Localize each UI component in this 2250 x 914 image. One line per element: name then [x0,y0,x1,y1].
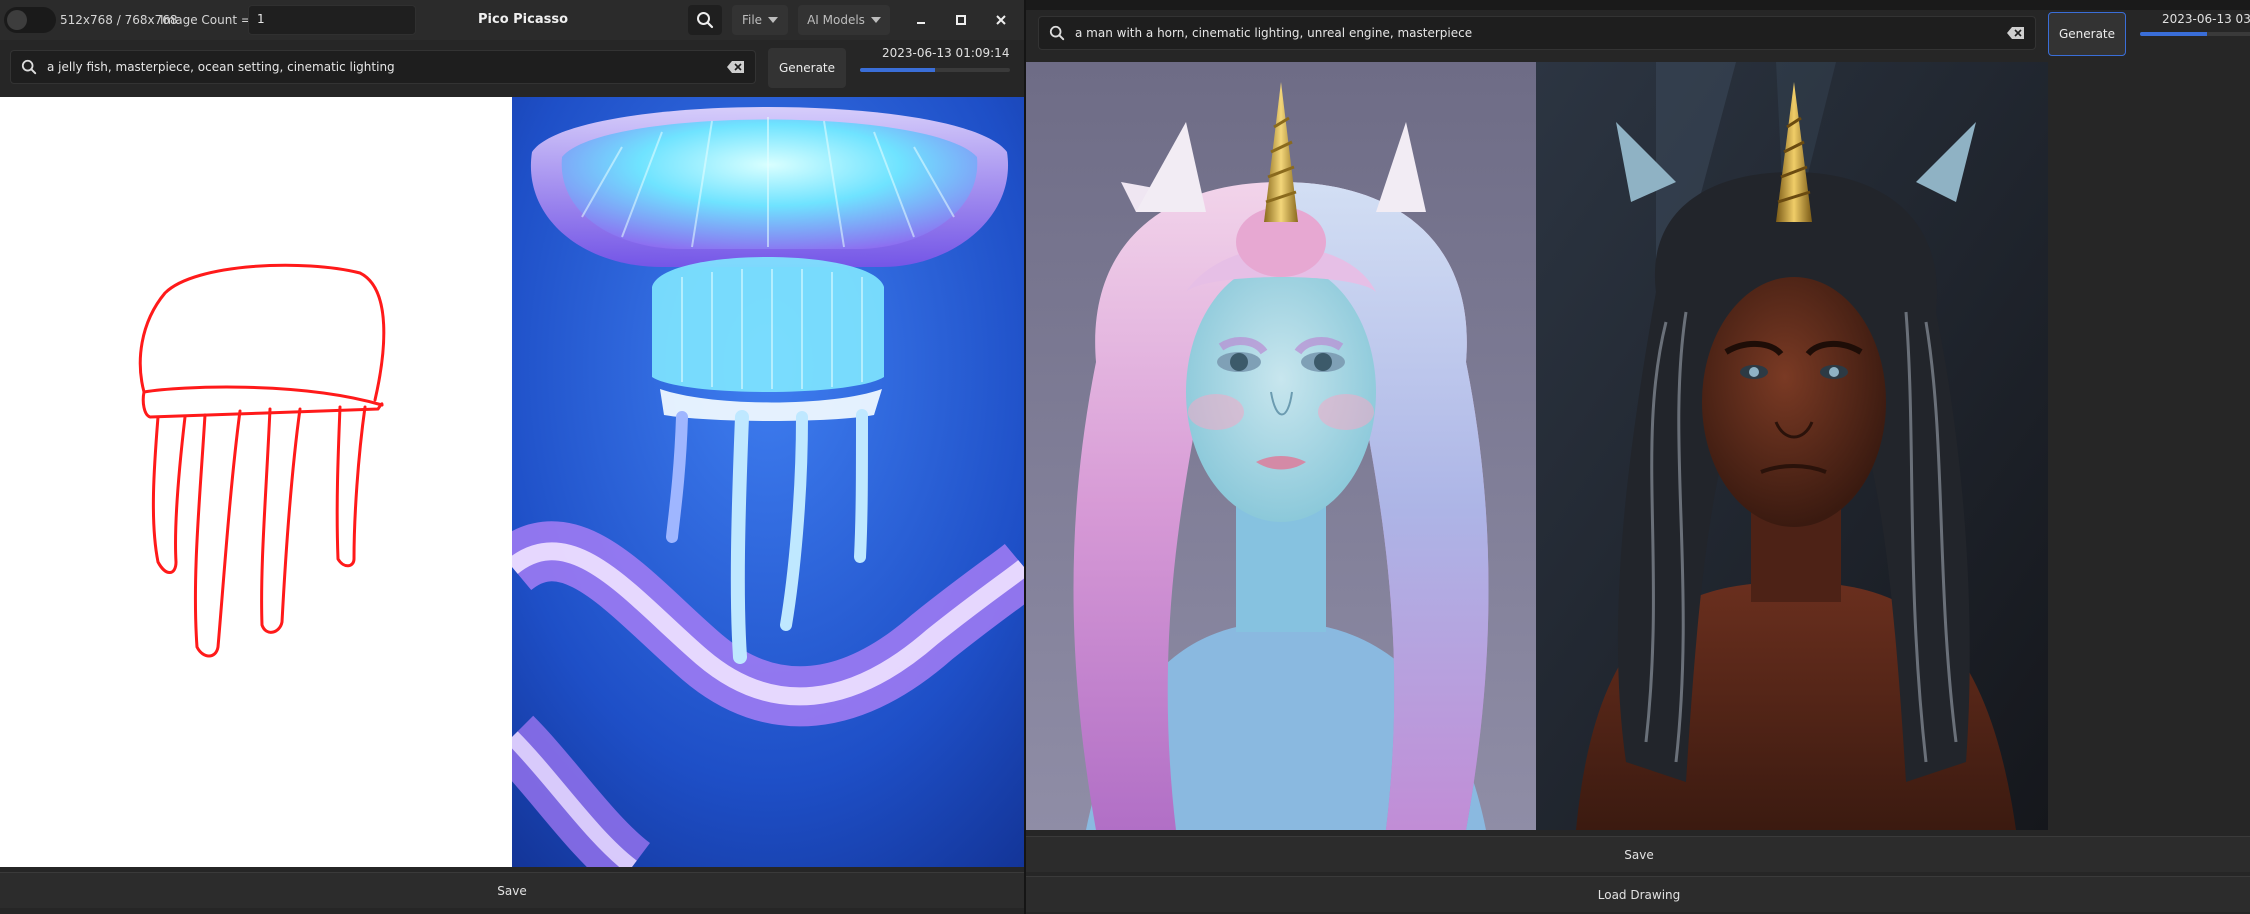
prompt-input[interactable]: a jelly fish, masterpiece, ocean setting… [47,60,717,74]
unicorn-woman-image [1026,62,1536,830]
generation-timestamp: 2023-06-13 03:55 [2162,12,2250,26]
search-icon [21,59,37,75]
maximize-icon [956,15,966,25]
save-button[interactable]: Save [1026,836,2250,872]
search-toggle-button[interactable] [688,5,722,35]
generated-image[interactable] [512,97,1024,867]
image-count-input[interactable]: 1 [248,5,416,35]
clear-icon[interactable] [2007,27,2025,39]
jellyfish-sketch [138,263,386,658]
file-menu-button[interactable]: File [732,5,788,35]
search-icon [1049,25,1065,41]
minimize-icon [917,22,925,24]
clear-icon[interactable] [727,61,745,73]
generation-timestamp: 2023-06-13 01:09:14 [882,46,1010,60]
ai-models-menu-button[interactable]: AI Models [798,5,890,35]
theme-toggle[interactable] [4,7,56,33]
image-count-label: Image Count = [160,13,251,27]
file-menu-label: File [741,13,763,27]
ai-models-menu-label: AI Models [807,13,865,27]
drawing-canvas[interactable] [0,97,512,867]
search-icon [697,12,714,29]
maximize-button[interactable] [946,5,976,35]
generation-progress [860,68,1010,72]
load-drawing-button[interactable]: Load Drawing [1026,876,2250,912]
app-title: Pico Picasso [478,12,569,27]
chevron-down-icon [870,17,881,23]
left-app-window: 512x768 / 768x768 Image Count = 1 Pico P… [0,0,1024,914]
chevron-down-icon [768,17,779,23]
minimize-button[interactable] [906,5,936,35]
title-bar: 512x768 / 768x768 Image Count = 1 Pico P… [0,0,1024,40]
generate-button[interactable]: Generate [2048,12,2126,56]
save-button[interactable]: Save [0,872,1024,908]
prompt-search-bar: a man with a horn, cinematic lighting, u… [1038,16,2036,50]
close-button[interactable] [986,5,1016,35]
generated-image-2[interactable] [1536,62,2048,830]
unicorn-man-image [1536,62,2048,830]
prompt-input[interactable]: a man with a horn, cinematic lighting, u… [1075,26,1997,40]
right-app-window: a man with a horn, cinematic lighting, u… [1024,0,2250,914]
close-icon [996,15,1006,25]
generated-image-1[interactable] [1026,62,1536,830]
generate-button[interactable]: Generate [768,48,846,88]
prompt-search-bar: a jelly fish, masterpiece, ocean setting… [10,50,756,84]
generation-progress [2140,32,2250,36]
jellyfish-image [512,97,1024,867]
